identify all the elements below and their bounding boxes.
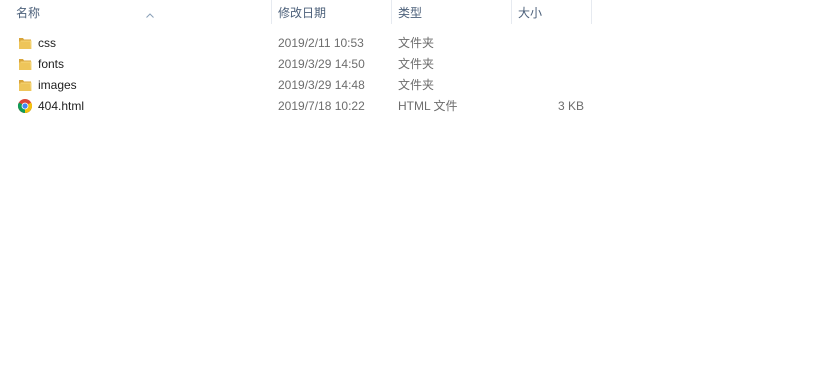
folder-icon bbox=[17, 77, 33, 93]
column-header-size[interactable]: 大小 bbox=[512, 0, 592, 26]
column-header-name-label: 名称 bbox=[16, 6, 41, 20]
file-row-404-html[interactable]: 404.html 2019/7/18 10:22 HTML 文件 3 KB bbox=[0, 96, 824, 117]
file-name: images bbox=[38, 78, 77, 92]
column-header-size-label: 大小 bbox=[518, 6, 543, 20]
column-header-type-label: 类型 bbox=[398, 6, 423, 20]
column-header-date-label: 修改日期 bbox=[278, 6, 327, 20]
chrome-icon bbox=[17, 98, 33, 114]
sort-ascending-icon bbox=[146, 1, 154, 18]
folder-icon bbox=[17, 56, 33, 72]
file-date: 2019/2/11 10:53 bbox=[278, 36, 364, 50]
file-size: 3 KB bbox=[557, 99, 584, 113]
file-name: fonts bbox=[38, 57, 65, 71]
folder-icon bbox=[17, 35, 33, 51]
column-header-date[interactable]: 修改日期 bbox=[272, 0, 392, 26]
column-header-type[interactable]: 类型 bbox=[392, 0, 512, 26]
file-type: 文件夹 bbox=[398, 36, 435, 50]
file-name: css bbox=[38, 36, 56, 50]
file-type: 文件夹 bbox=[398, 78, 435, 92]
column-divider[interactable] bbox=[591, 0, 592, 24]
file-list: css 2019/2/11 10:53 文件夹 fonts 2019/3/29 … bbox=[0, 33, 824, 117]
file-row-css[interactable]: css 2019/2/11 10:53 文件夹 bbox=[0, 33, 824, 54]
column-header-name[interactable]: 名称 bbox=[10, 0, 272, 26]
file-row-images[interactable]: images 2019/3/29 14:48 文件夹 bbox=[0, 75, 824, 96]
file-name: 404.html bbox=[38, 99, 85, 113]
file-date: 2019/3/29 14:48 bbox=[278, 78, 365, 92]
file-type: HTML 文件 bbox=[398, 99, 458, 113]
file-date: 2019/3/29 14:50 bbox=[278, 57, 365, 71]
file-type: 文件夹 bbox=[398, 57, 435, 71]
column-header-bar: 名称 修改日期 类型 大小 bbox=[0, 0, 824, 26]
file-date: 2019/7/18 10:22 bbox=[278, 99, 365, 113]
file-row-fonts[interactable]: fonts 2019/3/29 14:50 文件夹 bbox=[0, 54, 824, 75]
